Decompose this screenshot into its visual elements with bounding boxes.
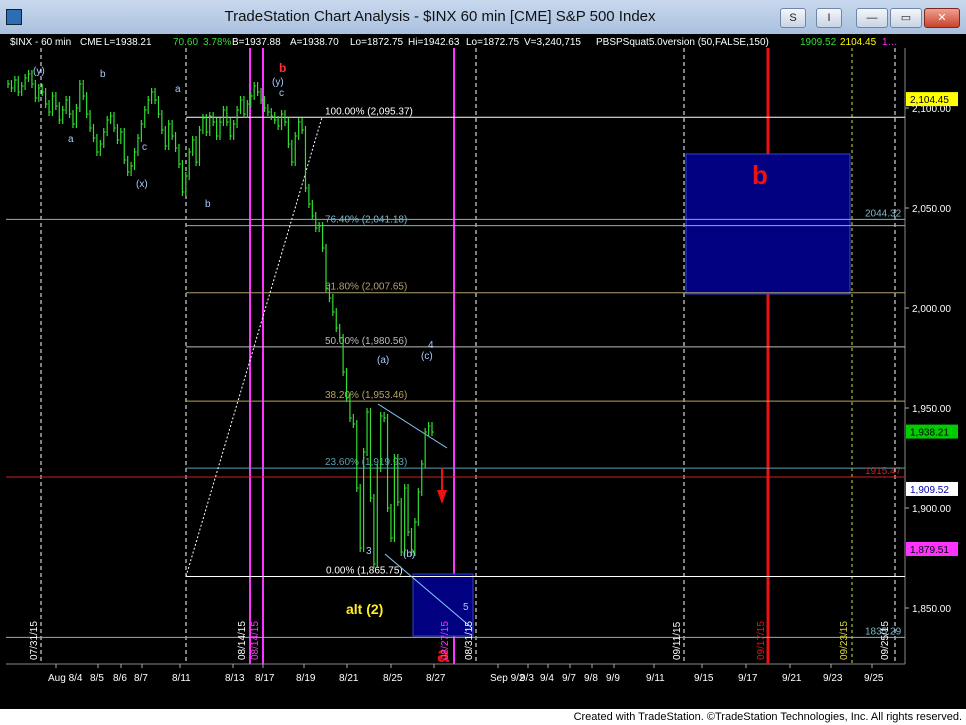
x-tick-label: 9/3: [520, 673, 534, 684]
header-ask: A=1938.70: [290, 37, 339, 48]
header-volume: V=3,240,715: [524, 37, 581, 48]
fib-label: 76.40% (2,041.18): [325, 215, 407, 226]
header-last: L=1938.21: [104, 37, 152, 48]
wave-label: a: [175, 84, 181, 95]
x-tick-label: 9/4: [540, 673, 554, 684]
x-tick-label: 9/15: [694, 673, 714, 684]
header-pct: 3.78%: [203, 37, 231, 48]
rotated-date-label: 08/14/15: [237, 621, 248, 660]
hline-label: 2044.32: [865, 208, 902, 219]
x-tick-label: 8/17: [255, 673, 275, 684]
wave-label: (c): [421, 351, 433, 362]
x-tick-label: 9/8: [584, 673, 598, 684]
maximize-button[interactable]: ▭: [890, 8, 922, 28]
y-tick-label: 1,950.00: [912, 404, 951, 415]
chart-area[interactable]: $INX - 60 min CME L=1938.21 70.60 3.78% …: [0, 34, 966, 709]
header-indicator: PBSPSquat5.0version (50,FALSE,150): [596, 37, 769, 48]
x-tick-label: 9/17: [738, 673, 758, 684]
header-ind-v2: 2104.45: [840, 37, 877, 48]
rotated-date-label: 09/17/15: [756, 621, 767, 660]
close-button[interactable]: ✕: [924, 8, 960, 28]
x-tick-label: 9/7: [562, 673, 576, 684]
s-button[interactable]: S: [780, 8, 806, 28]
wave-label: 4: [428, 340, 434, 351]
x-tick-label: 8/19: [296, 673, 316, 684]
header-low: Lo=1872.75: [466, 37, 520, 48]
wave-label: (a): [377, 355, 389, 366]
price-tag-label: 1,909.52: [910, 485, 949, 496]
price-tag-label: 1,879.51: [910, 545, 949, 556]
header-exchange: CME: [80, 37, 103, 48]
header-low-day: Lo=1872.75: [350, 37, 404, 48]
rotated-date-label: 07/31/15: [29, 621, 40, 660]
price-tag-label: 1,938.21: [910, 428, 949, 439]
header-bid: B=1937.88: [232, 37, 281, 48]
x-tick-label: Aug 8/4: [48, 673, 83, 684]
target-box-b: [685, 153, 851, 295]
x-tick-label: 9/11: [646, 673, 665, 684]
fib-label: 38.20% (1,953.46): [325, 390, 407, 401]
wave-label: a: [68, 134, 74, 145]
header-symbol: $INX - 60 min: [10, 37, 71, 48]
y-tick-label: 1,900.00: [912, 504, 951, 515]
fib-label: 0.00% (1,865.75): [326, 566, 403, 577]
x-tick-label: 9/21: [782, 673, 802, 684]
y-tick-label: 1,850.00: [912, 604, 951, 615]
wave-label: (b): [403, 549, 415, 560]
wave-label: b: [100, 69, 106, 80]
fib-label: 50.00% (1,980.56): [325, 336, 407, 347]
x-tick-label: 8/6: [113, 673, 127, 684]
x-tick-label: 9/9: [606, 673, 620, 684]
rotated-date-label: 08/14/15: [250, 621, 261, 660]
minimize-button[interactable]: —: [856, 8, 888, 28]
wave-label: c: [279, 88, 284, 99]
y-tick-label: 2,000.00: [912, 304, 951, 315]
rotated-date-label: 08/27/15: [440, 621, 451, 660]
rotated-date-label: 09/25/15: [880, 621, 891, 660]
rotated-date-label: 09/11/15: [672, 621, 683, 660]
fib-label: 61.80% (2,007.65): [325, 282, 407, 293]
footer: Created with TradeStation. ©TradeStation…: [0, 709, 966, 725]
wave-label: 3: [366, 546, 372, 557]
window-title: TradeStation Chart Analysis - $INX 60 mi…: [224, 8, 656, 25]
wave-label: (x): [136, 179, 148, 190]
wave-label: alt (2): [346, 601, 383, 617]
x-tick-label: 8/21: [339, 673, 359, 684]
x-tick-label: 9/25: [864, 673, 884, 684]
header-ind-v1: 1909.52: [800, 37, 837, 48]
chart-header: $INX - 60 min CME L=1938.21 70.60 3.78% …: [10, 37, 898, 48]
footer-copyright: Created with TradeStation. ©TradeStation…: [573, 711, 962, 723]
wave-label: b: [205, 199, 211, 210]
header-change: 70.60: [173, 37, 198, 48]
fib-label: 100.00% (2,095.37): [325, 106, 413, 117]
x-tick-label: 8/5: [90, 673, 104, 684]
x-tick-label: 8/25: [383, 673, 403, 684]
x-tick-label: 8/27: [426, 673, 446, 684]
trendline-upper: [377, 403, 448, 449]
wave-label: 5: [463, 602, 469, 613]
hline-label: 1915.47: [865, 466, 902, 477]
x-tick-label: 8/7: [134, 673, 148, 684]
rotated-date-label: 08/31/15: [464, 621, 475, 660]
down-arrow-head: [437, 490, 447, 504]
wave-label: b: [279, 61, 286, 75]
x-tick-label: 8/11: [172, 673, 191, 684]
wave-label: (y): [272, 77, 284, 88]
price-tag-label: 2,104.45: [910, 95, 949, 106]
header-high: Hi=1942.63: [408, 37, 460, 48]
y-tick-label: 2,050.00: [912, 204, 951, 215]
rotated-date-label: 09/23/15: [839, 621, 850, 660]
wave-label: b: [752, 160, 768, 190]
chart-svg: $INX - 60 min CME L=1938.21 70.60 3.78% …: [6, 37, 958, 684]
x-tick-label: 8/13: [225, 673, 245, 684]
window-titlebar: TradeStation Chart Analysis - $INX 60 mi…: [0, 0, 966, 35]
wave-label: c: [142, 142, 147, 153]
x-tick-label: 9/23: [823, 673, 843, 684]
header-ind-v3: 1…: [882, 37, 898, 48]
wave-label: (y): [33, 66, 45, 77]
indicator-button[interactable]: I: [816, 8, 842, 28]
